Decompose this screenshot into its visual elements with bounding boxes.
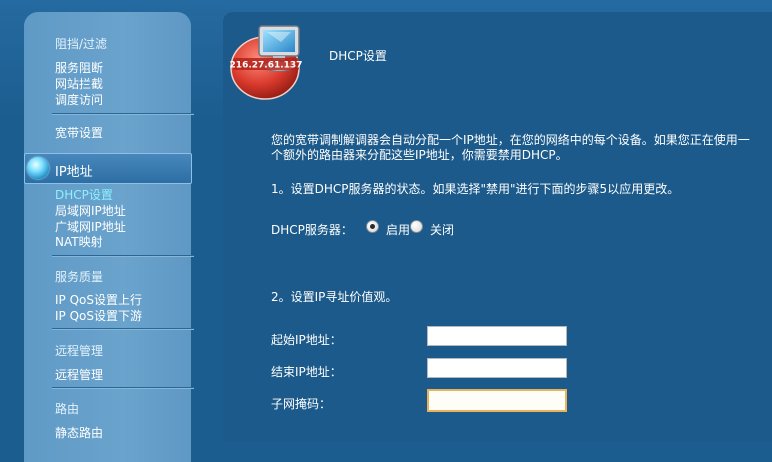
end-ip-input[interactable] <box>427 358 567 378</box>
radio-unchecked-icon <box>410 220 423 233</box>
sidebar: 阻挡/过滤 服务阻断 网站拦截 调度访问 宽带设置 IP地址 DHCP设置 局域… <box>24 12 194 462</box>
start-ip-input[interactable] <box>427 326 567 346</box>
sidebar-item-ip-address[interactable] <box>24 153 192 184</box>
step2-text: 2。设置IP寻址价值观。 <box>271 290 398 304</box>
sidebar-item-lan-ip[interactable]: 局域网IP地址 <box>55 203 126 219</box>
dhcp-disable-label: 关闭 <box>430 223 455 237</box>
subnet-mask-label: 子网掩码： <box>271 397 332 411</box>
sidebar-item-remote-management[interactable]: 远程管理 <box>55 367 103 383</box>
radio-checked-icon <box>366 220 379 233</box>
sidebar-heading-filter: 阻挡/过滤 <box>55 37 108 51</box>
dhcp-enable-radio[interactable] <box>366 219 379 233</box>
intro-text: 您的宽带调制解调器会自动分配一个IP地址，在您的网络中的每个设备。如果您正在使用… <box>271 133 750 162</box>
end-ip-label: 结束IP地址： <box>271 365 342 379</box>
sidebar-item-qos-down[interactable]: IP QoS设置下游 <box>55 308 142 324</box>
dhcp-disable-radio[interactable] <box>410 219 423 233</box>
page-title: DHCP设置 <box>329 49 387 63</box>
sidebar-item-broadband[interactable]: 宽带设置 <box>55 125 103 141</box>
monitor-icon: 216.27.61.137 <box>230 25 303 100</box>
globe-icon <box>27 157 49 179</box>
sidebar-heading-remote: 远程管理 <box>55 344 104 358</box>
step1-text: 1。设置DHCP服务器的状态。如果选择"禁用"进行下面的步骤5以应用更改。 <box>271 182 680 196</box>
dhcp-enable-label: 启用 <box>386 223 411 237</box>
logo-ip-text: 216.27.61.137 <box>230 61 303 71</box>
sidebar-item-nat[interactable]: NAT映射 <box>55 234 103 250</box>
start-ip-label: 起始IP地址： <box>271 333 342 347</box>
sidebar-item-static-route[interactable]: 静态路由 <box>55 425 103 441</box>
sidebar-item-schedule-access[interactable]: 调度访问 <box>55 92 103 108</box>
sidebar-active-label: IP地址 <box>55 165 93 180</box>
dhcp-server-label: DHCP服务器： <box>271 223 353 237</box>
sidebar-item-service-block[interactable]: 服务阻断 <box>55 60 103 76</box>
sidebar-divider <box>52 387 194 389</box>
sidebar-divider <box>52 113 194 115</box>
sidebar-item-site-block[interactable]: 网站拦截 <box>55 76 103 92</box>
sidebar-divider <box>52 255 194 257</box>
sidebar-item-qos-up[interactable]: IP QoS设置上行 <box>55 292 142 308</box>
sidebar-heading-routing: 路由 <box>55 402 80 416</box>
sidebar-item-wan-ip[interactable]: 广域网IP地址 <box>55 219 126 235</box>
sidebar-divider <box>52 328 194 330</box>
sidebar-item-dhcp[interactable]: DHCP设置 <box>55 187 113 203</box>
subnet-mask-input[interactable] <box>427 389 567 412</box>
sidebar-heading-qos: 服务质量 <box>55 270 104 284</box>
